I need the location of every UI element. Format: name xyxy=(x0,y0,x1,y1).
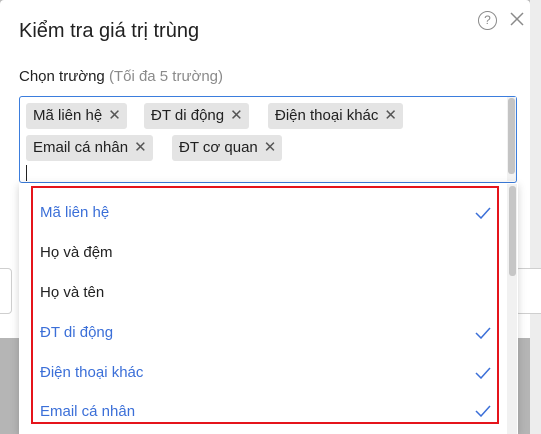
chip-label: ĐT di động xyxy=(151,107,225,124)
chip-label: ĐT cơ quan xyxy=(179,139,258,156)
chip-label: Mã liên hệ xyxy=(33,107,103,124)
help-circle-icon[interactable]: ? xyxy=(478,11,497,30)
chip-ma-lien-he: Mã liên hệ ✕ xyxy=(26,103,127,129)
selection-highlight-box xyxy=(31,186,499,424)
text-caret xyxy=(26,165,27,181)
dropdown-scroll-thumb[interactable] xyxy=(509,186,516,276)
footer-button-right[interactable] xyxy=(515,268,541,314)
footer-button-left[interactable] xyxy=(0,268,12,314)
chip-dt-di-dong: ĐT di động ✕ xyxy=(144,103,249,129)
page-background xyxy=(530,0,541,434)
chip-label: Điện thoại khác xyxy=(275,107,379,124)
multiselect-scroll-thumb[interactable] xyxy=(508,98,515,174)
field-label-text: Chọn trường xyxy=(19,68,105,85)
chip-label: Email cá nhân xyxy=(33,139,129,156)
chip-dien-thoai-khac: Điện thoại khác ✕ xyxy=(268,103,403,129)
x-icon[interactable]: ✕ xyxy=(230,103,243,129)
chip-dt-co-quan: ĐT cơ quan ✕ xyxy=(172,135,283,161)
close-icon[interactable] xyxy=(508,10,526,28)
chip-email-ca-nhan: Email cá nhân ✕ xyxy=(26,135,153,161)
field-label: Chọn trường (Tối đa 5 trường) xyxy=(19,68,223,85)
x-icon[interactable]: ✕ xyxy=(108,103,121,129)
x-icon[interactable]: ✕ xyxy=(264,135,277,161)
duplicate-check-dialog: Kiểm tra giá trị trùng ? Chọn trường (Tố… xyxy=(0,0,541,434)
field-hint: (Tối đa 5 trường) xyxy=(108,68,224,85)
dialog-title: Kiểm tra giá trị trùng xyxy=(19,20,200,42)
field-multiselect[interactable]: Mã liên hệ ✕ ĐT di động ✕ Điện thoại khác ✕… xyxy=(19,96,517,183)
x-icon[interactable]: ✕ xyxy=(384,103,397,129)
x-icon[interactable]: ✕ xyxy=(134,135,147,161)
